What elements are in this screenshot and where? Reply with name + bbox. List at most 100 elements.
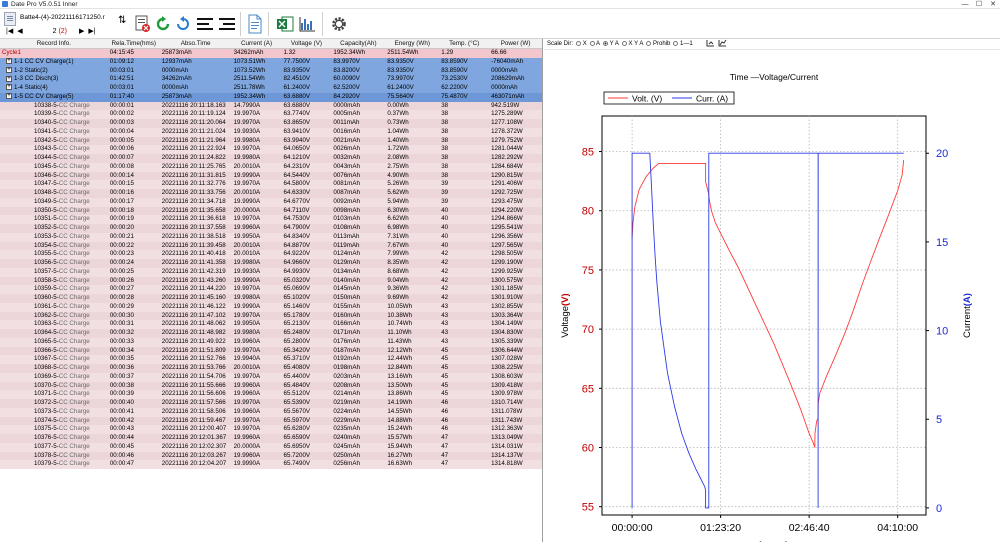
table-row[interactable]: 10359-5-CC Charge 00:00:27 20221116 20:11:…	[0, 285, 542, 294]
next-page-button[interactable]: ▶	[79, 27, 84, 35]
table-cell: 1304.149W	[491, 320, 523, 328]
zoom-region-icon[interactable]	[706, 39, 715, 49]
expand-icon[interactable]: +	[6, 93, 12, 100]
chart-type-icon[interactable]	[718, 39, 727, 49]
column-header[interactable]: Power (W)	[489, 39, 542, 48]
table-row[interactable]: 10369-5-CC Charge 00:00:37 20221116 20:11:…	[0, 372, 542, 382]
list-view-icon[interactable]	[194, 12, 216, 36]
table-row[interactable]: 10366-5-CC Charge 00:00:34 20221116 20:11:…	[0, 346, 542, 356]
expand-icon[interactable]: +	[6, 58, 12, 65]
step-row[interactable]: +1-3 CC Disch(3) 01:42:51 34262mAh 2511.54W…	[0, 75, 542, 84]
scale-option-x[interactable]: X	[576, 40, 587, 47]
table-cell: 9.69Wh	[387, 294, 409, 301]
table-row[interactable]: 10348-5-CC Charge 00:00:16 20221116 20:11:…	[0, 189, 542, 198]
table-row[interactable]: 10360-5-CC Charge 00:00:28 20221116 20:11:…	[0, 294, 542, 303]
minimize-button[interactable]: —	[958, 0, 972, 9]
table-row[interactable]: 10341-5-CC Charge 00:00:04 20221116 20:11:…	[0, 127, 542, 137]
table-row[interactable]: 10365-5-CC Charge 00:00:33 20221116 20:11:…	[0, 337, 542, 347]
table-cell: 65.0320V	[283, 276, 311, 284]
table-row[interactable]: 10346-5-CC Charge 00:00:14 20221116 20:11:…	[0, 171, 542, 181]
table-row[interactable]: 10367-5-CC Charge 00:00:35 20221116 20:11:…	[0, 355, 542, 364]
settings-gear-icon[interactable]	[328, 12, 350, 36]
maximize-button[interactable]: ☐	[972, 0, 986, 9]
expand-icon[interactable]: +	[6, 66, 12, 73]
record-mode: CC Charge	[58, 390, 90, 398]
refresh-blue-icon[interactable]	[172, 12, 194, 36]
export-red-icon[interactable]	[132, 12, 154, 36]
scale-option-xya[interactable]: X Y A	[621, 40, 643, 47]
table-row[interactable]: 10375-5-CC Charge 00:00:43 20221116 20:12:…	[0, 425, 542, 434]
sort-arrows-icon[interactable]: ⇅	[118, 15, 126, 26]
table-row[interactable]: 10355-5-CC Charge 00:00:23 20221116 20:11:…	[0, 250, 542, 259]
table-row[interactable]: 10353-5-CC Charge 00:00:21 20221116 20:11:…	[0, 232, 542, 242]
step-row[interactable]: +1-4 Static(4) 00:03:01 0000mAh 2511.78Wh 61…	[0, 84, 542, 93]
close-button[interactable]: ✕	[986, 0, 1000, 9]
table-row[interactable]: 10354-5-CC Charge 00:00:22 20221116 20:11:…	[0, 241, 542, 251]
scale-option-line[interactable]: 1—1	[673, 40, 693, 47]
table-row[interactable]: 10343-5-CC Charge 00:00:06 20221116 20:11:…	[0, 145, 542, 154]
table-row[interactable]: 10374-5-CC Charge 00:00:42 20221116 20:11:…	[0, 416, 542, 426]
table-row[interactable]: 10356-5-CC Charge 00:00:24 20221116 20:11:…	[0, 259, 542, 268]
table-row[interactable]: 10345-5-CC Charge 00:00:08 20221116 20:11:…	[0, 162, 542, 172]
align-view-icon[interactable]	[216, 12, 238, 36]
table-row[interactable]: 10377-5-CC Charge 00:00:45 20221116 20:12:…	[0, 442, 542, 452]
column-header[interactable]: Record Info.	[0, 39, 108, 48]
table-row[interactable]: 10372-5-CC Charge 00:00:40 20221116 20:11:…	[0, 399, 542, 408]
column-header[interactable]: Abso.Time	[160, 39, 232, 48]
table-row[interactable]: 10358-5-CC Charge 00:00:26 20221116 20:11:…	[0, 276, 542, 286]
scale-option-a[interactable]: A	[589, 40, 600, 47]
table-row[interactable]: 10344-5-CC Charge 00:00:07 20221116 20:11:…	[0, 154, 542, 163]
record-id: 10347-5-	[34, 180, 59, 188]
table-row[interactable]: 10368-5-CC Charge 00:00:36 20221116 20:11:…	[0, 364, 542, 373]
table-row[interactable]: 10379-5-CC Charge 00:00:47 20221116 20:12:…	[0, 460, 542, 469]
table-row[interactable]: 10364-5-CC Charge 00:00:32 20221116 20:11:…	[0, 329, 542, 338]
chart-view-icon[interactable]	[296, 12, 318, 36]
step-row[interactable]: +1-5 CC CV Charge(5) 01:17:40 25873mAh 1952…	[0, 92, 542, 102]
table-row[interactable]: 10347-5-CC Charge 00:00:15 20221116 20:11:…	[0, 180, 542, 189]
table-cell: 75.5640V	[387, 92, 414, 100]
table-row[interactable]: 10378-5-CC Charge 00:00:46 20221116 20:12:…	[0, 451, 542, 461]
table-row[interactable]: 10338-5-CC Charge 00:00:01 20221116 20:11:…	[0, 101, 542, 111]
column-header[interactable]: Current (A)	[232, 39, 282, 48]
column-header[interactable]: Capacity(Ah)	[331, 39, 385, 48]
scale-option-ya[interactable]: Y A	[603, 40, 619, 47]
table-row[interactable]: 10371-5-CC Charge 00:00:39 20221116 20:11:…	[0, 390, 542, 399]
table-row[interactable]: 10361-5-CC Charge 00:00:29 20221116 20:11:…	[0, 302, 542, 312]
cycle-row[interactable]: Cycle1 04:15:45 25873mAh 34262mAh 1.32 1952.3…	[0, 49, 542, 58]
table-row[interactable]: 10363-5-CC Charge 00:00:31 20221116 20:11:…	[0, 320, 542, 329]
column-header[interactable]: Rela.Time(hms)	[108, 39, 160, 48]
voltage-current-chart[interactable]: Time —Voltage/Current 55 60 65 70 75 80 85 0 5 10 1…	[544, 50, 1000, 542]
table-row[interactable]: 10373-5-CC Charge 00:00:41 20221116 20:11:…	[0, 407, 542, 417]
table-row[interactable]: 10351-5-CC Charge 00:00:19 20221116 20:11:…	[0, 215, 542, 224]
record-mode: CC Charge	[58, 180, 90, 188]
column-header[interactable]: Voltage (V)	[281, 39, 331, 48]
column-header[interactable]: Temp. (°C)	[439, 39, 489, 48]
document-icon[interactable]	[244, 12, 266, 36]
table-row[interactable]: 10362-5-CC Charge 00:00:30 20221116 20:11:…	[0, 311, 542, 321]
expand-icon[interactable]: +	[6, 75, 12, 82]
table-row[interactable]: 10339-5-CC Charge 00:00:02 20221116 20:11:…	[0, 110, 542, 119]
table-cell: 1303.364W	[491, 311, 523, 319]
refresh-green-icon[interactable]	[152, 12, 174, 36]
step-row[interactable]: +1-2 Static(2) 00:03:01 0000mAh 1073.52Wh 83…	[0, 66, 542, 76]
table-row[interactable]: 10340-5-CC Charge 00:00:03 20221116 20:11:…	[0, 119, 542, 128]
table-row[interactable]: 10352-5-CC Charge 00:00:20 20221116 20:11:…	[0, 224, 542, 233]
table-row[interactable]: 10349-5-CC Charge 00:00:17 20221116 20:11:…	[0, 197, 542, 207]
table-row[interactable]: 10350-5-CC Charge 00:00:18 20221116 20:11:…	[0, 206, 542, 216]
column-header[interactable]: Energy (Wh)	[385, 39, 439, 48]
record-id: 10364-5-	[34, 329, 59, 336]
last-page-button[interactable]: ▶|	[88, 27, 95, 35]
table-row[interactable]: 10376-5-CC Charge 00:00:44 20221116 20:12:…	[0, 434, 542, 443]
file-selector[interactable]: Batte4-(4)-20221116171250.r |◀ ◀ 2 (2) ▶…	[2, 11, 132, 37]
step-row[interactable]: +1-1 CC CV Charge(1) 01:09:12 12937mAh 1073…	[0, 57, 542, 67]
table-row[interactable]: 10357-5-CC Charge 00:00:25 20221116 20:11:…	[0, 267, 542, 277]
record-table: Record Info. Rela.Time(hms) Abso.Time Curre…	[0, 39, 543, 542]
prev-page-button[interactable]: ◀	[17, 27, 22, 35]
scale-option-prohibit[interactable]: Prohib	[646, 40, 670, 47]
table-cell: 0124mAh	[333, 250, 360, 258]
table-row[interactable]: 10342-5-CC Charge 00:00:05 20221116 20:11:…	[0, 136, 542, 146]
first-page-button[interactable]: |◀	[6, 27, 13, 35]
table-row[interactable]: 10370-5-CC Charge 00:00:38 20221116 20:11:…	[0, 381, 542, 391]
expand-icon[interactable]: +	[6, 84, 12, 91]
excel-export-icon[interactable]	[274, 12, 296, 36]
